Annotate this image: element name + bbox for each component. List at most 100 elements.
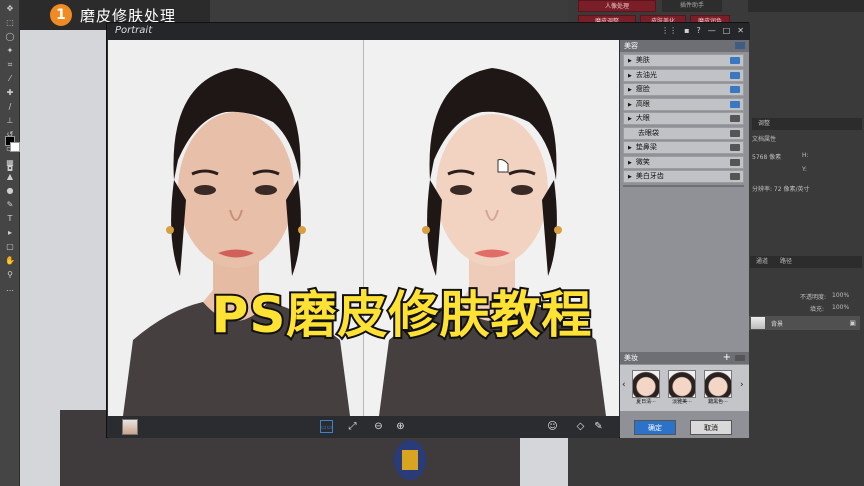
fit-screen-icon[interactable]: ⤢ xyxy=(346,420,359,433)
restore-icon[interactable]: □ xyxy=(723,26,731,35)
chat-icon[interactable]: ▪ xyxy=(684,26,689,35)
layer-background[interactable]: 背景 ▣ xyxy=(748,316,860,330)
quick-mask-icon[interactable]: ◘ xyxy=(3,163,17,174)
beauty-item-eye-bags[interactable]: 去眼袋 xyxy=(623,126,744,140)
panel-header-tabs: 通道 路径 xyxy=(750,256,862,268)
toggle-switch[interactable] xyxy=(730,57,740,64)
dialog-titlebar: Portrait ⋮⋮ ▪ ? — □ ✕ xyxy=(107,23,750,40)
healing-tool-icon[interactable]: ✚ xyxy=(3,87,17,98)
dialog-title: Portrait xyxy=(115,25,153,36)
item-label: 瘦脸 xyxy=(635,85,650,93)
stamp-tool-icon[interactable]: ⊥ xyxy=(3,115,17,126)
background-color-swatch[interactable] xyxy=(10,142,20,152)
beauty-item-highlight[interactable]: ▶ 高眼 xyxy=(623,97,744,111)
panel-header-adjust[interactable]: 调整 xyxy=(752,118,862,130)
expand-arrow-icon[interactable]: ▶ xyxy=(628,174,632,180)
toggle-switch[interactable] xyxy=(730,71,740,79)
preset-thumbnail xyxy=(632,370,660,398)
zoom-tool-icon[interactable]: ⚲ xyxy=(3,269,17,280)
preview-thumbnail[interactable] xyxy=(122,419,138,435)
preview-area[interactable] xyxy=(108,40,619,416)
path-select-tool-icon[interactable]: ▸ xyxy=(3,227,17,238)
face-detect-icon[interactable]: ☺ xyxy=(546,420,559,433)
portrait-before xyxy=(108,40,363,416)
split-view-icon[interactable]: ▭▭ xyxy=(320,420,333,433)
minimize-icon[interactable]: — xyxy=(708,26,716,35)
layer-name: 背景 xyxy=(771,320,784,328)
preview-after[interactable] xyxy=(364,40,619,416)
toggle-switch[interactable] xyxy=(730,115,740,122)
expand-arrow-icon[interactable]: ▶ xyxy=(628,160,632,166)
section-toggle-icon[interactable] xyxy=(735,42,745,49)
ps-toolbar: ✥ ⬚ ◯ ✦ ⌗ ⁄ ✚ ∕ ⊥ ↺ ▭ ▦ ▲ ● ✎ T ▸ ▢ ✋ ⚲ … xyxy=(0,0,20,486)
marquee-tool-icon[interactable]: ⬚ xyxy=(3,17,17,28)
preview-toolbar: ▭▭ ⤢ ⊖ ⊕ ☺ ◇ ✎ xyxy=(108,416,619,438)
lasso-tool-icon[interactable]: ◯ xyxy=(3,31,17,42)
makeup-toggle[interactable] xyxy=(735,355,745,361)
type-tool-icon[interactable]: T xyxy=(3,213,17,224)
preset-strip: ‹ 夏日清··· 淡雅美··· 黯黑色··· › xyxy=(620,365,749,411)
move-tool-icon[interactable]: ✥ xyxy=(3,3,17,14)
opacity-value[interactable]: 100% xyxy=(832,292,849,299)
brush-icon[interactable]: ✎ xyxy=(592,420,605,433)
expand-arrow-icon[interactable]: ▶ xyxy=(628,102,632,108)
preview-before[interactable] xyxy=(108,40,363,416)
toggle-switch[interactable] xyxy=(730,158,740,166)
fill-label: 填充: xyxy=(810,306,825,313)
brush-tool-icon[interactable]: ∕ xyxy=(3,101,17,112)
chevron-right-icon[interactable]: › xyxy=(740,380,744,390)
toggle-switch[interactable] xyxy=(730,100,740,108)
expand-arrow-icon[interactable]: ▶ xyxy=(628,73,632,79)
plugin-button-1[interactable]: 人像处理 xyxy=(578,0,656,12)
preset-item[interactable]: 黯黑色··· xyxy=(704,370,732,408)
item-label: 微笑 xyxy=(635,157,650,166)
fill-value[interactable]: 100% xyxy=(832,304,849,311)
close-icon[interactable]: ✕ xyxy=(737,26,744,35)
shape-tool-icon[interactable]: ▢ xyxy=(3,241,17,252)
toggle-switch[interactable] xyxy=(730,144,740,151)
eraser-icon[interactable]: ◇ xyxy=(574,420,587,433)
pen-tool-icon[interactable]: ✎ xyxy=(3,199,17,210)
beauty-item-shine[interactable]: ▶ 去油光 xyxy=(623,68,744,82)
expand-arrow-icon[interactable]: ▶ xyxy=(628,145,632,151)
beauty-item-smile[interactable]: ▶ 微笑 xyxy=(623,155,744,169)
makeup-section-title: 美妆 xyxy=(624,354,638,362)
more-tools-icon[interactable]: … xyxy=(3,283,17,294)
add-preset-icon[interactable]: + xyxy=(723,352,731,364)
zoom-out-icon[interactable]: ⊖ xyxy=(372,420,385,433)
zoom-in-icon[interactable]: ⊕ xyxy=(394,420,407,433)
tab-channels[interactable]: 通道 xyxy=(756,258,768,265)
layer-lock-icon: ▣ xyxy=(849,319,856,327)
beauty-item-big-eyes[interactable]: ▶ 大眼 xyxy=(623,112,744,125)
cancel-button[interactable]: 取消 xyxy=(690,420,732,435)
tab-paths[interactable]: 路径 xyxy=(780,258,792,265)
toggle-switch[interactable] xyxy=(730,173,740,180)
expand-arrow-icon[interactable]: ▶ xyxy=(628,87,632,93)
chevron-left-icon[interactable]: ‹ xyxy=(622,380,626,390)
beauty-item-slim-face[interactable]: ▶ 瘦脸 xyxy=(623,83,744,96)
eyedropper-tool-icon[interactable]: ⁄ xyxy=(3,73,17,84)
beauty-item-nose[interactable]: ▶ 垫鼻梁 xyxy=(623,141,744,154)
grid-icon[interactable]: ⋮⋮ xyxy=(661,26,677,35)
makeup-section-header[interactable]: 美妆 + xyxy=(620,352,749,364)
toggle-switch[interactable] xyxy=(730,129,740,137)
preset-item[interactable]: 夏日清··· xyxy=(632,370,660,408)
beauty-item-skin[interactable]: ▶ 美肤 xyxy=(623,54,744,67)
dodge-tool-icon[interactable]: ● xyxy=(3,185,17,196)
plugin-button-2[interactable]: 插件助手 xyxy=(662,0,722,12)
item-label: 垫鼻梁 xyxy=(635,143,657,151)
magic-wand-tool-icon[interactable]: ✦ xyxy=(3,45,17,56)
preset-item[interactable]: 淡雅美··· xyxy=(668,370,696,408)
help-icon[interactable]: ? xyxy=(696,26,700,35)
item-label: 去油光 xyxy=(635,70,657,79)
beauty-section-header[interactable]: 美容 xyxy=(620,40,749,52)
panel-header-top xyxy=(748,0,864,12)
ok-button[interactable]: 确定 xyxy=(634,420,676,435)
toggle-switch[interactable] xyxy=(730,86,740,93)
beauty-item-teeth[interactable]: ▶ 美白牙齿 xyxy=(623,170,744,183)
expand-arrow-icon[interactable]: ▶ xyxy=(628,58,632,64)
layer-thumbnail xyxy=(751,317,765,329)
expand-arrow-icon[interactable]: ▶ xyxy=(628,116,632,122)
crop-tool-icon[interactable]: ⌗ xyxy=(3,59,17,70)
hand-tool-icon[interactable]: ✋ xyxy=(3,255,17,266)
